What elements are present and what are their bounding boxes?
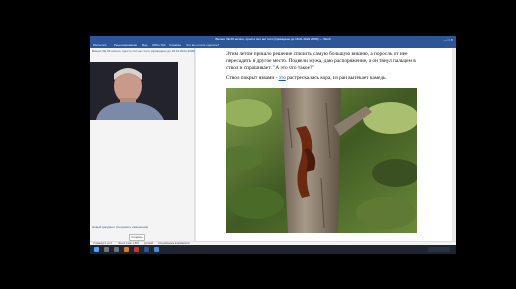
clock-icon[interactable] [428,247,450,252]
presenter-video [90,62,178,120]
paragraph-2: Ствол покрыт язвами - это растрескалась … [226,75,426,82]
tab-mailings[interactable]: Рассылки [93,43,106,47]
cherry-trunk-photo [226,88,417,233]
webcam-overlay [90,62,178,120]
file-explorer-icon[interactable] [124,247,129,252]
notification-text[interactable]: Новый документ (сохранить изменения) [92,225,148,229]
start-icon[interactable] [94,247,99,252]
tab-view[interactable]: Вид [142,43,147,47]
browser-icon[interactable] [134,247,139,252]
taskview-icon[interactable] [114,247,119,252]
tab-help[interactable]: Справка [169,43,181,47]
trunk-image [226,88,417,233]
search-icon[interactable] [104,247,109,252]
word-icon[interactable] [144,247,149,252]
window-title: Вишня ЧЕ 06 ничего, просто сил нет пото … [215,37,331,41]
create-button[interactable]: Создать [129,234,145,241]
nav-heading[interactable]: Вишня ЧЕ 06 ничего, просто сил нет пото … [92,49,195,53]
tab-review[interactable]: Рецензирование [114,43,137,47]
paragraph-2-link[interactable]: это [279,75,286,81]
taskbar [90,245,456,254]
tab-office-tab[interactable]: Office Tab [152,43,165,47]
paragraph-2-rest: растрескалась кора, из ран вытекает каме… [285,75,387,81]
paragraph-1: Этим летом пришло решение спилить самую … [226,51,416,71]
app-icon[interactable] [154,247,159,252]
tell-me-search[interactable]: Что вы хотите сделать? [186,43,219,47]
paragraph-2-text: Ствол покрыт язвами - [226,75,279,81]
